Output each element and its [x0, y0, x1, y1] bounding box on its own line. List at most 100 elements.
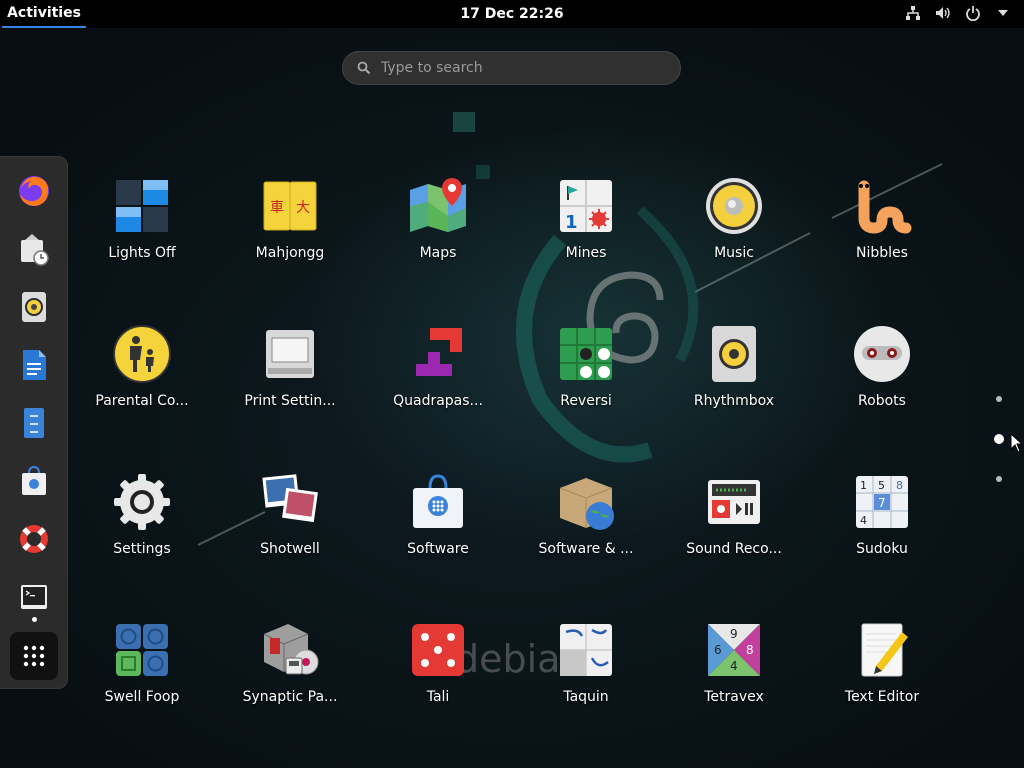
dice-icon	[412, 624, 464, 676]
worm-icon	[858, 180, 912, 234]
sudoku-digit-1: 1	[860, 479, 867, 492]
sudoku-digit-3: 8	[896, 479, 903, 492]
network-icon[interactable]	[904, 4, 922, 22]
robot-icon	[854, 326, 910, 382]
speaker-icon	[22, 292, 46, 322]
app-music[interactable]: Music	[674, 160, 794, 270]
app-sudoku[interactable]: 158 74 Sudoku	[822, 456, 942, 566]
dash-files[interactable]	[10, 399, 58, 447]
page-dot-2-current[interactable]	[994, 434, 1004, 444]
file-cabinet-icon	[24, 408, 44, 438]
search-input[interactable]	[379, 59, 653, 77]
speaker-icon	[706, 178, 762, 234]
clock-label[interactable]: 17 Dec 22:26	[460, 6, 563, 22]
app-label: Reversi	[560, 393, 612, 409]
power-icon[interactable]	[964, 4, 982, 22]
parental-controls-icon	[113, 325, 171, 383]
activities-button[interactable]: Activities	[2, 0, 86, 28]
top-bar: Activities 17 Dec 22:26	[0, 0, 1024, 28]
page-dot-1[interactable]	[996, 396, 1002, 402]
app-software[interactable]: Software	[378, 456, 498, 566]
app-taquin[interactable]: Taquin	[526, 604, 646, 714]
system-menu[interactable]	[904, 4, 1012, 22]
app-rhythmbox[interactable]: Rhythmbox	[674, 308, 794, 418]
app-robots[interactable]: Robots	[822, 308, 942, 418]
app-label: Shotwell	[260, 541, 320, 557]
blocks-icon	[416, 328, 462, 376]
document-writer-icon	[23, 350, 46, 380]
page-dot-3[interactable]	[996, 476, 1002, 482]
lights-off-icon	[116, 180, 168, 232]
dropdown-icon[interactable]	[994, 4, 1012, 22]
dash-software[interactable]	[10, 457, 58, 505]
dash	[0, 156, 68, 689]
grid-icon	[23, 645, 45, 667]
search-box[interactable]	[342, 51, 681, 85]
app-label: Swell Foop	[104, 689, 180, 705]
app-swell-foop[interactable]: Swell Foop	[82, 604, 202, 714]
swell-foop-icon	[116, 624, 168, 676]
tetravex-icon: 96 84	[708, 624, 760, 676]
app-software-updates[interactable]: Software & ...	[526, 456, 646, 566]
app-label: Software	[407, 541, 469, 557]
app-reversi[interactable]: Reversi	[526, 308, 646, 418]
app-quadrapassel[interactable]: Quadrapas...	[378, 308, 498, 418]
dash-writer[interactable]	[10, 341, 58, 389]
sudoku-digit-2: 5	[878, 479, 885, 492]
dash-rhythmbox[interactable]	[10, 283, 58, 331]
app-label: Print Settin...	[244, 393, 336, 409]
app-sound-recorder[interactable]: Sound Reco...	[674, 456, 794, 566]
app-lights-off[interactable]: Lights Off	[82, 160, 202, 270]
mines-number: 1	[565, 212, 578, 233]
app-tetravex[interactable]: 96 84 Tetravex	[674, 604, 794, 714]
app-parental-controls[interactable]: Parental Co...	[82, 308, 202, 418]
app-mahjongg[interactable]: 車大 Mahjongg	[230, 160, 350, 270]
app-print-settings[interactable]: Print Settin...	[230, 308, 350, 418]
app-synaptic[interactable]: Synaptic Pa...	[230, 604, 350, 714]
sudoku-digit-5: 4	[860, 514, 867, 527]
dash-help[interactable]	[10, 515, 58, 563]
app-label: Quadrapas...	[393, 393, 483, 409]
mouse-cursor-icon	[1010, 433, 1024, 453]
app-label: Nibbles	[856, 245, 908, 261]
reversi-icon	[560, 328, 612, 380]
mines-icon: 1	[560, 180, 612, 233]
tetravex-digit-top: 9	[730, 627, 738, 641]
app-text-editor[interactable]: Text Editor	[822, 604, 942, 714]
dash-firefox[interactable]	[10, 167, 58, 215]
mahjongg-icon: 車大	[263, 181, 317, 231]
gear-icon	[114, 474, 170, 530]
app-mines[interactable]: 1 Mines	[526, 160, 646, 270]
package-globe-icon	[559, 478, 614, 530]
shopping-bag-icon	[22, 465, 46, 495]
mahjongg-glyph-2: 大	[296, 200, 310, 216]
mail-calendar-icon	[21, 234, 49, 266]
tetravex-digit-left: 6	[714, 643, 722, 657]
app-shotwell[interactable]: Shotwell	[230, 456, 350, 566]
map-pin-icon	[410, 178, 466, 232]
app-maps[interactable]: Maps	[378, 160, 498, 270]
app-label: Text Editor	[844, 689, 920, 705]
app-label: Music	[714, 245, 754, 261]
app-label: Rhythmbox	[693, 393, 775, 409]
app-label: Mines	[565, 245, 607, 261]
dash-evolution[interactable]	[10, 225, 58, 273]
app-label: Tali	[426, 689, 450, 705]
volume-icon[interactable]	[934, 4, 952, 22]
app-label: Maps	[419, 245, 457, 261]
app-tali[interactable]: Tali	[378, 604, 498, 714]
show-applications-button[interactable]	[10, 632, 58, 680]
app-label: Synaptic Pa...	[242, 689, 338, 705]
running-indicator	[32, 617, 37, 622]
app-nibbles[interactable]: Nibbles	[822, 160, 942, 270]
terminal-icon	[21, 585, 47, 609]
sudoku-digit-4: 7	[878, 496, 886, 510]
app-label: Sudoku	[856, 541, 908, 557]
photos-icon	[262, 474, 318, 523]
dash-terminal[interactable]	[10, 573, 58, 621]
app-settings[interactable]: Settings	[82, 456, 202, 566]
speaker-icon	[712, 326, 756, 382]
app-label: Settings	[113, 541, 171, 557]
recorder-icon	[708, 480, 760, 524]
sudoku-icon: 158 74	[856, 476, 908, 528]
